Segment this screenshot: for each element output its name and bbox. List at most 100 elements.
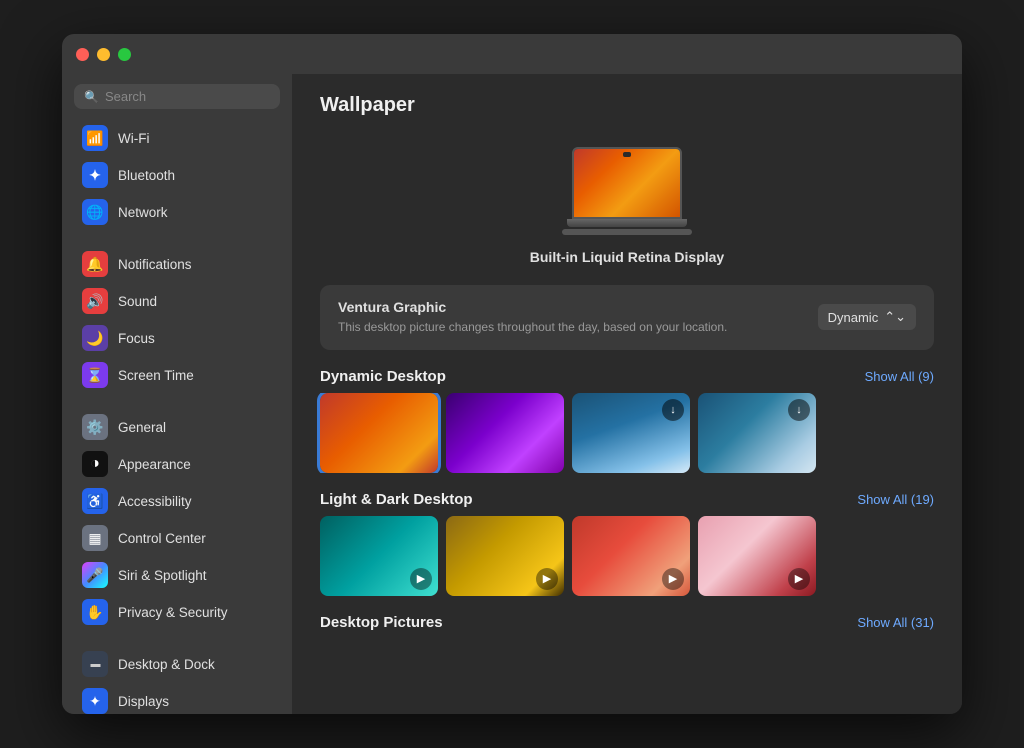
sound-icon: 🔊	[82, 288, 108, 314]
sidebar-group-desktop: ▬ Desktop & Dock ✦ Displays ❋ Wallpaper	[62, 645, 292, 714]
screen-wallpaper	[574, 149, 680, 217]
sidebar-item-label: Wi-Fi	[118, 131, 149, 146]
network-icon: 🌐	[82, 199, 108, 225]
wallpaper-thumb-ld4[interactable]: ▶	[698, 516, 816, 596]
wallpaper-thumb-ld1[interactable]: ▶	[320, 516, 438, 596]
desktop-pictures-header: Desktop Pictures Show All (31)	[292, 596, 962, 639]
dynamic-desktop-header: Dynamic Desktop Show All (9)	[292, 350, 962, 393]
sidebar-item-desktopdock[interactable]: ▬ Desktop & Dock	[70, 646, 284, 682]
privacy-icon: ✋	[82, 599, 108, 625]
screentime-icon: ⌛	[82, 362, 108, 388]
dynamic-desktop-title: Dynamic Desktop	[320, 368, 446, 385]
titlebar	[62, 34, 962, 74]
sidebar-item-accessibility[interactable]: ♿ Accessibility	[70, 483, 284, 519]
light-dark-desktop-header: Light & Dark Desktop Show All (19)	[292, 473, 962, 516]
sidebar-item-label: Screen Time	[118, 368, 194, 383]
laptop-stand	[562, 229, 692, 235]
sidebar-group-system: ⚙️ General ◑ Appearance ♿ Accessibility …	[62, 408, 292, 631]
sidebar-group-network: 📶 Wi-Fi ✦ Bluetooth 🌐 Network	[62, 119, 292, 231]
appearance-icon: ◑	[82, 451, 108, 477]
wallpaper-info-text: Ventura Graphic This desktop picture cha…	[338, 299, 727, 336]
sidebar-item-bluetooth[interactable]: ✦ Bluetooth	[70, 157, 284, 193]
sidebar-item-label: Bluetooth	[118, 168, 175, 183]
sidebar-item-label: Displays	[118, 694, 169, 709]
main-content: Wallpaper Built-in Liquid Retina Display…	[292, 74, 962, 714]
notifications-icon: 🔔	[82, 251, 108, 277]
wallpaper-thumb-ventura[interactable]	[320, 393, 438, 473]
play-icon: ▶	[788, 568, 810, 590]
play-icon: ▶	[662, 568, 684, 590]
sidebar-item-label: Desktop & Dock	[118, 657, 215, 672]
wallpaper-thumb-bigsur[interactable]: ↓	[698, 393, 816, 473]
dynamic-desktop-show-all[interactable]: Show All (9)	[865, 369, 934, 384]
wallpaper-thumb-monterey[interactable]	[446, 393, 564, 473]
dynamic-mode-label: Dynamic	[828, 310, 879, 325]
chevron-up-down-icon: ⌃⌄	[884, 309, 906, 325]
search-bar[interactable]: 🔍	[74, 84, 280, 109]
siri-icon: 🎤	[82, 562, 108, 588]
sidebar-item-label: Appearance	[118, 457, 191, 472]
light-dark-desktop-grid: ▶ ▶ ▶ ▶	[292, 516, 962, 596]
display-label: Built-in Liquid Retina Display	[530, 249, 724, 265]
sidebar-item-label: Privacy & Security	[118, 605, 228, 620]
dynamic-mode-select[interactable]: Dynamic ⌃⌄	[818, 304, 916, 330]
wallpaper-name: Ventura Graphic	[338, 299, 727, 315]
desktop-pictures-show-all[interactable]: Show All (31)	[857, 615, 934, 630]
sidebar-item-controlcenter[interactable]: ▦ Control Center	[70, 520, 284, 556]
sidebar-item-label: Accessibility	[118, 494, 192, 509]
focus-icon: 🌙	[82, 325, 108, 351]
download-icon: ↓	[662, 399, 684, 421]
light-dark-desktop-show-all[interactable]: Show All (19)	[857, 492, 934, 507]
page-title: Wallpaper	[292, 74, 962, 127]
wallpaper-thumb-ld2[interactable]: ▶	[446, 516, 564, 596]
bluetooth-icon: ✦	[82, 162, 108, 188]
laptop-screen	[572, 147, 682, 219]
system-preferences-window: 🔍 📶 Wi-Fi ✦ Bluetooth 🌐 Network	[62, 34, 962, 714]
laptop-base	[567, 219, 687, 227]
search-icon: 🔍	[84, 90, 99, 104]
sidebar-group-alerts: 🔔 Notifications 🔊 Sound 🌙 Focus ⌛ Screen…	[62, 245, 292, 394]
sidebar-item-notifications[interactable]: 🔔 Notifications	[70, 246, 284, 282]
search-input[interactable]	[105, 89, 270, 104]
sidebar-item-wifi[interactable]: 📶 Wi-Fi	[70, 120, 284, 156]
sidebar-item-focus[interactable]: 🌙 Focus	[70, 320, 284, 356]
sidebar-item-general[interactable]: ⚙️ General	[70, 409, 284, 445]
sidebar-item-label: Network	[118, 205, 168, 220]
wallpaper-thumb-catalina[interactable]: ↓	[572, 393, 690, 473]
wifi-icon: 📶	[82, 125, 108, 151]
desktop-pictures-title: Desktop Pictures	[320, 614, 443, 631]
accessibility-icon: ♿	[82, 488, 108, 514]
wallpaper-description: This desktop picture changes throughout …	[338, 319, 727, 336]
display-section: Built-in Liquid Retina Display	[292, 127, 962, 285]
minimize-button[interactable]	[97, 48, 110, 61]
sidebar-item-appearance[interactable]: ◑ Appearance	[70, 446, 284, 482]
general-icon: ⚙️	[82, 414, 108, 440]
sidebar: 🔍 📶 Wi-Fi ✦ Bluetooth 🌐 Network	[62, 74, 292, 714]
sidebar-item-sound[interactable]: 🔊 Sound	[70, 283, 284, 319]
close-button[interactable]	[76, 48, 89, 61]
sidebar-item-label: General	[118, 420, 166, 435]
download-icon: ↓	[788, 399, 810, 421]
sidebar-item-network[interactable]: 🌐 Network	[70, 194, 284, 230]
sidebar-item-label: Control Center	[118, 531, 206, 546]
sidebar-item-label: Focus	[118, 331, 155, 346]
maximize-button[interactable]	[118, 48, 131, 61]
wallpaper-thumb-ld3[interactable]: ▶	[572, 516, 690, 596]
dynamic-desktop-grid: ↓ ↓	[292, 393, 962, 473]
play-icon: ▶	[536, 568, 558, 590]
sidebar-item-label: Notifications	[118, 257, 192, 272]
wallpaper-info-box: Ventura Graphic This desktop picture cha…	[320, 285, 934, 350]
sidebar-item-displays[interactable]: ✦ Displays	[70, 683, 284, 714]
sidebar-item-siri[interactable]: 🎤 Siri & Spotlight	[70, 557, 284, 593]
sidebar-item-screentime[interactable]: ⌛ Screen Time	[70, 357, 284, 393]
sidebar-item-privacy[interactable]: ✋ Privacy & Security	[70, 594, 284, 630]
displays-icon: ✦	[82, 688, 108, 714]
desktopdock-icon: ▬	[82, 651, 108, 677]
laptop-preview	[562, 147, 692, 237]
light-dark-desktop-title: Light & Dark Desktop	[320, 491, 473, 508]
sidebar-item-label: Sound	[118, 294, 157, 309]
content-area: 🔍 📶 Wi-Fi ✦ Bluetooth 🌐 Network	[62, 74, 962, 714]
controlcenter-icon: ▦	[82, 525, 108, 551]
sidebar-item-label: Siri & Spotlight	[118, 568, 207, 583]
play-icon: ▶	[410, 568, 432, 590]
